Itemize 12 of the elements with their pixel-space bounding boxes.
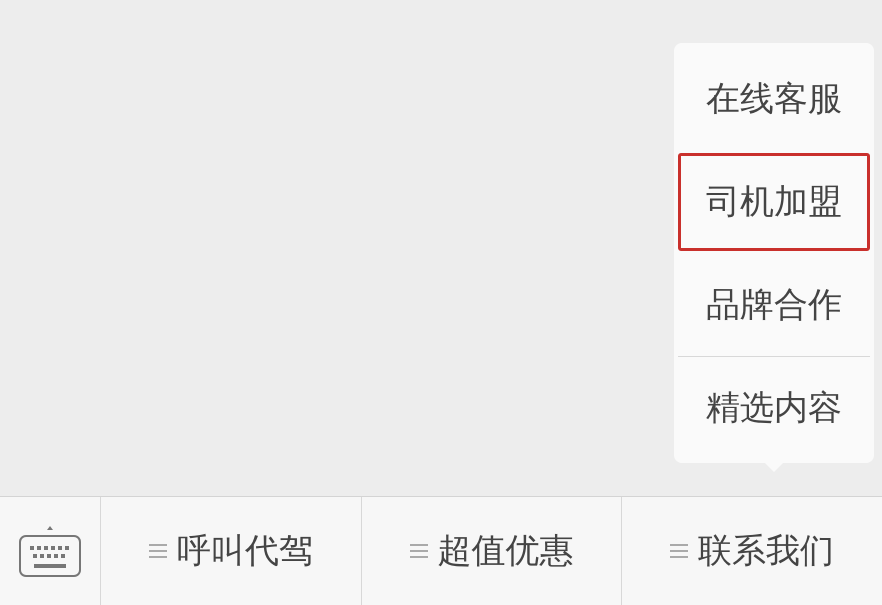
menu-tab-label: 超值优惠 <box>438 530 574 573</box>
menu-item[interactable]: 品牌合作 <box>678 256 870 354</box>
menu-item[interactable]: 精选内容 <box>678 359 870 457</box>
menu-item[interactable]: 在线客服 <box>678 50 870 148</box>
menu-tab-label: 呼叫代驾 <box>176 530 313 573</box>
menu-icon <box>410 543 428 559</box>
menu-icon <box>148 543 167 559</box>
keyboard-icon[interactable] <box>18 524 82 578</box>
menu-tab-label: 联系我们 <box>698 530 834 573</box>
menu-item[interactable]: 司机加盟 <box>678 153 870 251</box>
menu-icon <box>670 543 688 559</box>
menu-tab[interactable]: 超值优惠 <box>362 497 622 605</box>
